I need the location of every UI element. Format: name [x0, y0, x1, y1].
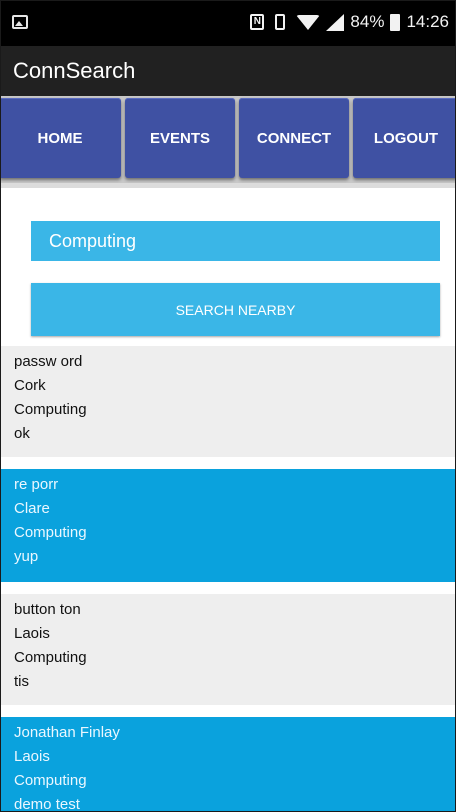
tab-bar: HOME EVENTS CONNECT LOGOUT	[1, 96, 455, 183]
status-bar: N 84% 14:26	[1, 1, 455, 46]
app-title: ConnSearch	[13, 58, 136, 83]
result-note: demo test	[14, 796, 80, 812]
result-county: Clare	[14, 500, 50, 517]
clock: 14:26	[406, 12, 449, 31]
result-interest: Computing	[14, 401, 87, 418]
result-name: re porr	[14, 476, 59, 493]
list-item[interactable]: re porr Clare Computing yup	[1, 469, 455, 582]
result-interest: Computing	[14, 524, 87, 541]
app-frame: N 84% 14:26 ConnSearch HOME EVENTS CONNE…	[0, 0, 456, 812]
tab-connect[interactable]: CONNECT	[239, 98, 349, 178]
search-nearby-button[interactable]: SEARCH NEARBY	[31, 283, 440, 336]
signal-icon	[326, 13, 345, 31]
tab-bar-divider	[1, 183, 455, 188]
result-interest: Computing	[14, 649, 87, 666]
list-item[interactable]: Jonathan Finlay Laois Computing demo tes…	[1, 717, 455, 812]
battery-percent: 84%	[350, 12, 385, 31]
list-item[interactable]: passw ord Cork Computing ok	[1, 346, 455, 457]
list-item[interactable]: button ton Laois Computing tis	[1, 594, 455, 705]
result-note: tis	[14, 673, 29, 690]
result-name: Jonathan Finlay	[14, 724, 120, 741]
status-icons: N 84% 14:26	[250, 12, 449, 32]
tab-events[interactable]: EVENTS	[125, 98, 235, 178]
photo-icon	[12, 15, 28, 29]
wifi-icon	[296, 14, 321, 30]
search-input[interactable]	[31, 221, 440, 261]
result-note: ok	[14, 425, 30, 442]
result-interest: Computing	[14, 772, 87, 789]
result-county: Laois	[14, 748, 50, 765]
tab-home[interactable]: HOME	[1, 98, 121, 178]
vibrate-icon	[270, 14, 290, 30]
result-note: yup	[14, 548, 39, 565]
tab-logout[interactable]: LOGOUT	[353, 98, 455, 178]
battery-icon	[390, 13, 401, 31]
result-name: button ton	[14, 601, 81, 618]
result-county: Cork	[14, 377, 46, 394]
app-bar: ConnSearch	[1, 46, 455, 96]
result-name: passw ord	[14, 353, 83, 370]
nfc-icon: N	[250, 14, 265, 30]
result-county: Laois	[14, 625, 50, 642]
